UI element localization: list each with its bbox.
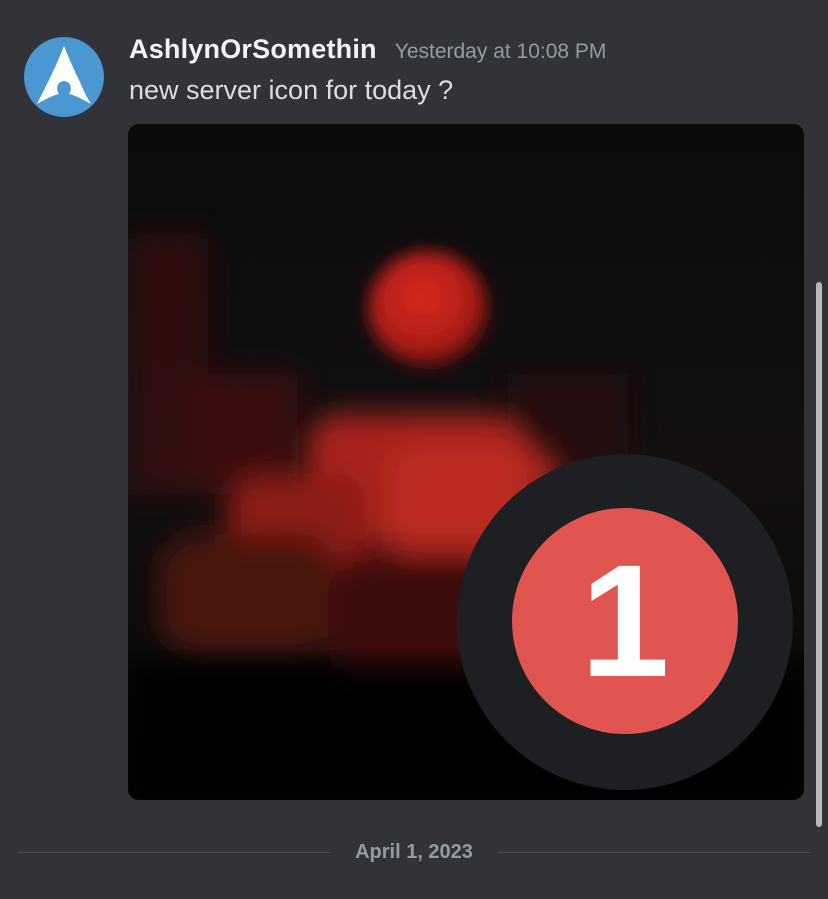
divider-line-right xyxy=(498,852,810,853)
message-header: AshlynOrSomethin Yesterday at 10:08 PM xyxy=(129,34,606,70)
user-avatar[interactable] xyxy=(24,37,104,117)
message-content: new server icon for today ? xyxy=(129,75,454,105)
message-timestamp: Yesterday at 10:08 PM xyxy=(394,40,607,63)
chat-message: AshlynOrSomethin Yesterday at 10:08 PM n… xyxy=(0,0,828,820)
scrollbar-thumb[interactable] xyxy=(816,282,822,827)
notification-badge: 1 xyxy=(512,508,738,734)
divider-date-label: April 1, 2023 xyxy=(355,841,473,863)
arch-linux-logo-icon xyxy=(37,46,91,104)
username[interactable]: AshlynOrSomethin xyxy=(129,34,377,65)
date-divider: April 1, 2023 xyxy=(18,840,810,864)
divider-line-left xyxy=(18,852,330,853)
